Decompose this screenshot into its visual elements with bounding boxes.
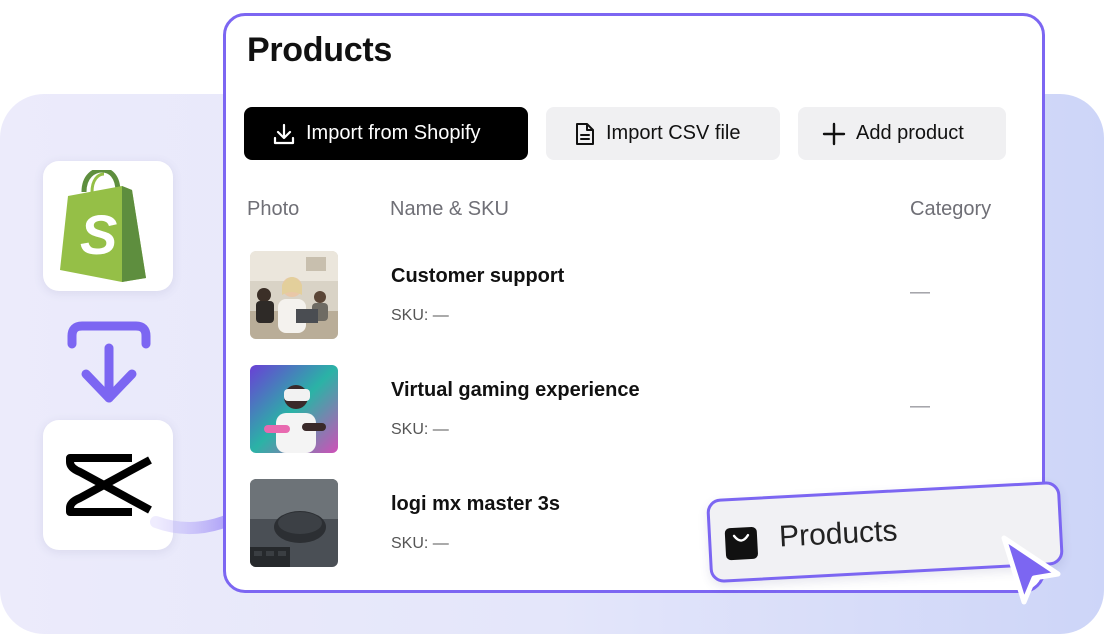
column-header-photo[interactable]: Photo <box>247 198 299 221</box>
document-icon <box>576 122 594 145</box>
column-header-category[interactable]: Category <box>910 198 991 221</box>
product-sku: SKU: — <box>391 307 449 324</box>
import-csv-button[interactable]: Import CSV file <box>546 107 780 160</box>
svg-text:S: S <box>80 203 117 266</box>
product-category: — <box>910 281 930 303</box>
add-product-button[interactable]: Add product <box>798 107 1006 160</box>
product-name: Virtual gaming experience <box>391 379 640 401</box>
shopping-bag-icon <box>724 526 758 561</box>
office-photo <box>250 251 338 339</box>
product-name: logi mx master 3s <box>391 493 560 515</box>
column-header-name[interactable]: Name & SKU <box>390 198 509 221</box>
capcut-logo-icon <box>66 454 152 516</box>
shopify-logo-icon: S <box>60 170 146 282</box>
shopify-app-tile: S <box>43 161 173 291</box>
plus-icon <box>822 122 846 145</box>
product-category: — <box>910 395 930 417</box>
import-from-shopify-label: Import from Shopify <box>306 122 481 144</box>
product-sku: SKU: — <box>391 421 449 438</box>
download-icon <box>273 123 295 144</box>
mouse-photo <box>250 479 338 567</box>
table-row[interactable]: Virtual gaming experience SKU: — — <box>226 365 1042 465</box>
product-sku: SKU: — <box>391 535 449 552</box>
cursor-icon <box>1001 535 1061 605</box>
import-csv-label: Import CSV file <box>606 122 741 144</box>
add-product-label: Add product <box>856 122 964 144</box>
products-tag-label: Products <box>778 514 899 554</box>
table-row[interactable]: Customer support SKU: — — <box>226 251 1042 351</box>
import-arrow-icon <box>67 321 151 403</box>
page-title: Products <box>247 31 392 69</box>
product-name: Customer support <box>391 265 565 287</box>
vr-gaming-photo <box>250 365 338 453</box>
import-from-shopify-button[interactable]: Import from Shopify <box>244 107 528 160</box>
